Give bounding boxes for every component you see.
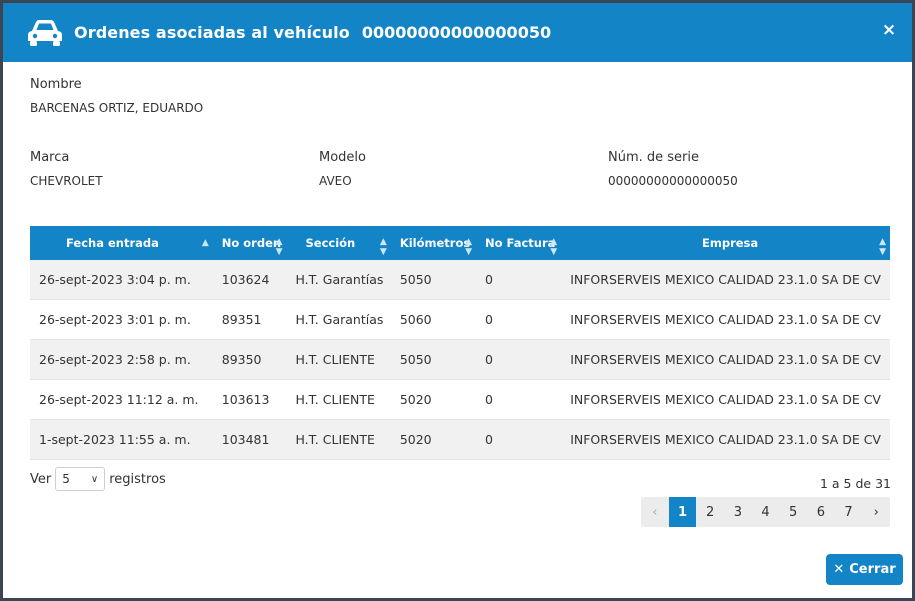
col-fecha-entrada[interactable]: Fecha entrada ▲ — [30, 226, 213, 260]
cell-orden: 89351 — [212, 299, 287, 340]
page-button-1[interactable]: 1 — [668, 497, 697, 527]
col-no-factura[interactable]: No Factura ▲ ▼ — [475, 226, 562, 260]
col-seccion[interactable]: Sección ▲ ▼ — [286, 226, 391, 260]
page-button-2[interactable]: 2 — [696, 497, 724, 527]
cell-fecha: 26-sept-2023 11:12 a. m. — [30, 379, 213, 420]
cell-empresa: INFORSERVEIS MEXICO CALIDAD 23.1.0 SA DE… — [561, 260, 890, 300]
page-button-7[interactable]: 7 — [835, 497, 863, 527]
page-size-select[interactable]: 5 ∨ — [55, 467, 106, 491]
marca-label: Marca — [30, 150, 70, 165]
col-label: Empresa — [702, 236, 759, 250]
close-button[interactable]: × — [880, 21, 898, 39]
cell-km: 5020 — [390, 419, 476, 460]
cell-fecha: 26-sept-2023 3:01 p. m. — [30, 299, 213, 340]
cell-km: 5020 — [390, 379, 476, 420]
sort-icon: ▲ ▼ — [879, 237, 886, 257]
cell-orden: 89350 — [212, 339, 287, 380]
ver-label: Ver — [30, 471, 52, 487]
cell-seccion: H.T. CLIENTE — [286, 379, 391, 420]
page-size-control: Ver 5 ∨ registros — [30, 467, 166, 491]
close-icon: ✕ — [833, 562, 845, 577]
registros-label: registros — [109, 471, 166, 487]
modelo-value: AVEO — [319, 174, 352, 188]
cell-km: 5050 — [390, 260, 476, 300]
page-button-6[interactable]: 6 — [807, 497, 835, 527]
cell-empresa: INFORSERVEIS MEXICO CALIDAD 23.1.0 SA DE… — [561, 379, 890, 420]
sort-icon: ▲ ▼ — [550, 237, 558, 257]
cell-km: 5060 — [390, 299, 476, 340]
vehicle-id: 00000000000000050 — [361, 23, 552, 42]
cell-factura: 0 — [475, 339, 562, 380]
col-kilometros[interactable]: Kilómetros ▲ ▼ — [390, 226, 476, 260]
chevron-down-icon: ∨ — [90, 473, 99, 485]
cell-factura: 0 — [475, 299, 562, 340]
cerrar-button[interactable]: ✕ Cerrar — [826, 554, 903, 585]
page-button-4[interactable]: 4 — [752, 497, 780, 527]
cerrar-label: Cerrar — [849, 562, 896, 577]
cell-seccion: H.T. Garantías — [286, 299, 391, 340]
table-row[interactable]: 26-sept-2023 11:12 a. m. 103613 H.T. CLI… — [30, 379, 890, 420]
cell-empresa: INFORSERVEIS MEXICO CALIDAD 23.1.0 SA DE… — [561, 419, 890, 460]
cell-empresa: INFORSERVEIS MEXICO CALIDAD 23.1.0 SA DE… — [561, 339, 890, 380]
sort-asc-icon: ▲ — [201, 238, 209, 248]
cell-factura: 0 — [475, 419, 562, 460]
page-button-5[interactable]: 5 — [779, 497, 807, 527]
cell-seccion: H.T. Garantías — [286, 260, 391, 300]
orders-table: Fecha entrada ▲ No orden ▲ ▼ Sección ▲ ▼ Kiló… — [30, 226, 890, 460]
page-size-value: 5 — [62, 472, 70, 486]
cell-empresa: INFORSERVEIS MEXICO CALIDAD 23.1.0 SA DE… — [561, 299, 890, 340]
cell-fecha: 26-sept-2023 2:58 p. m. — [30, 339, 213, 380]
col-label: No Factura — [484, 236, 556, 250]
sort-icon: ▲ ▼ — [465, 237, 472, 257]
col-label: Kilómetros — [399, 236, 471, 250]
nombre-label: Nombre — [30, 77, 82, 92]
col-label: No orden — [221, 236, 282, 250]
cell-orden: 103624 — [212, 260, 287, 300]
cell-orden: 103481 — [212, 419, 287, 460]
cell-orden: 103613 — [212, 379, 287, 420]
cell-seccion: H.T. CLIENTE — [286, 419, 391, 460]
modal-title: Ordenes asociadas al vehículo — [74, 23, 350, 42]
col-no-orden[interactable]: No orden ▲ ▼ — [212, 226, 287, 260]
nombre-value: BARCENAS ORTIZ, EDUARDO — [30, 101, 204, 115]
col-label: Fecha entrada — [66, 236, 159, 250]
prev-page-button[interactable]: ‹ — [641, 497, 669, 527]
serie-value: 00000000000000050 — [608, 174, 738, 188]
page-button-3[interactable]: 3 — [724, 497, 752, 527]
cell-factura: 0 — [475, 260, 562, 300]
table-row[interactable]: 26-sept-2023 3:04 p. m. 103624 H.T. Gara… — [30, 260, 890, 300]
cell-fecha: 1-sept-2023 11:55 a. m. — [30, 419, 213, 460]
next-page-button[interactable]: › — [862, 497, 890, 527]
table-row[interactable]: 1-sept-2023 11:55 a. m. 103481 H.T. CLIE… — [30, 419, 890, 460]
sort-icon: ▲ ▼ — [275, 237, 283, 257]
cell-seccion: H.T. CLIENTE — [286, 339, 391, 380]
car-icon — [24, 17, 66, 49]
cell-factura: 0 — [475, 379, 562, 420]
modelo-label: Modelo — [319, 150, 366, 165]
table-row[interactable]: 26-sept-2023 2:58 p. m. 89350 H.T. CLIEN… — [30, 339, 890, 380]
sort-icon: ▲ ▼ — [379, 237, 387, 257]
serie-label: Núm. de serie — [608, 150, 699, 165]
cell-km: 5050 — [390, 339, 476, 380]
col-label: Sección — [305, 236, 356, 250]
orders-modal: Ordenes asociadas al vehículo 0000000000… — [3, 3, 912, 598]
table-row[interactable]: 26-sept-2023 3:01 p. m. 89351 H.T. Garan… — [30, 299, 890, 340]
pagination: ‹ 1 2 3 4 5 6 7 › — [641, 497, 890, 527]
col-empresa[interactable]: Empresa ▲ ▼ — [561, 226, 890, 260]
table-header-row: Fecha entrada ▲ No orden ▲ ▼ Sección ▲ ▼ Kiló… — [30, 226, 890, 260]
modal-header: Ordenes asociadas al vehículo 0000000000… — [3, 3, 912, 62]
cell-fecha: 26-sept-2023 3:04 p. m. — [30, 260, 213, 300]
marca-value: CHEVROLET — [30, 174, 103, 188]
count-info: 1 a 5 de 31 — [820, 476, 891, 491]
